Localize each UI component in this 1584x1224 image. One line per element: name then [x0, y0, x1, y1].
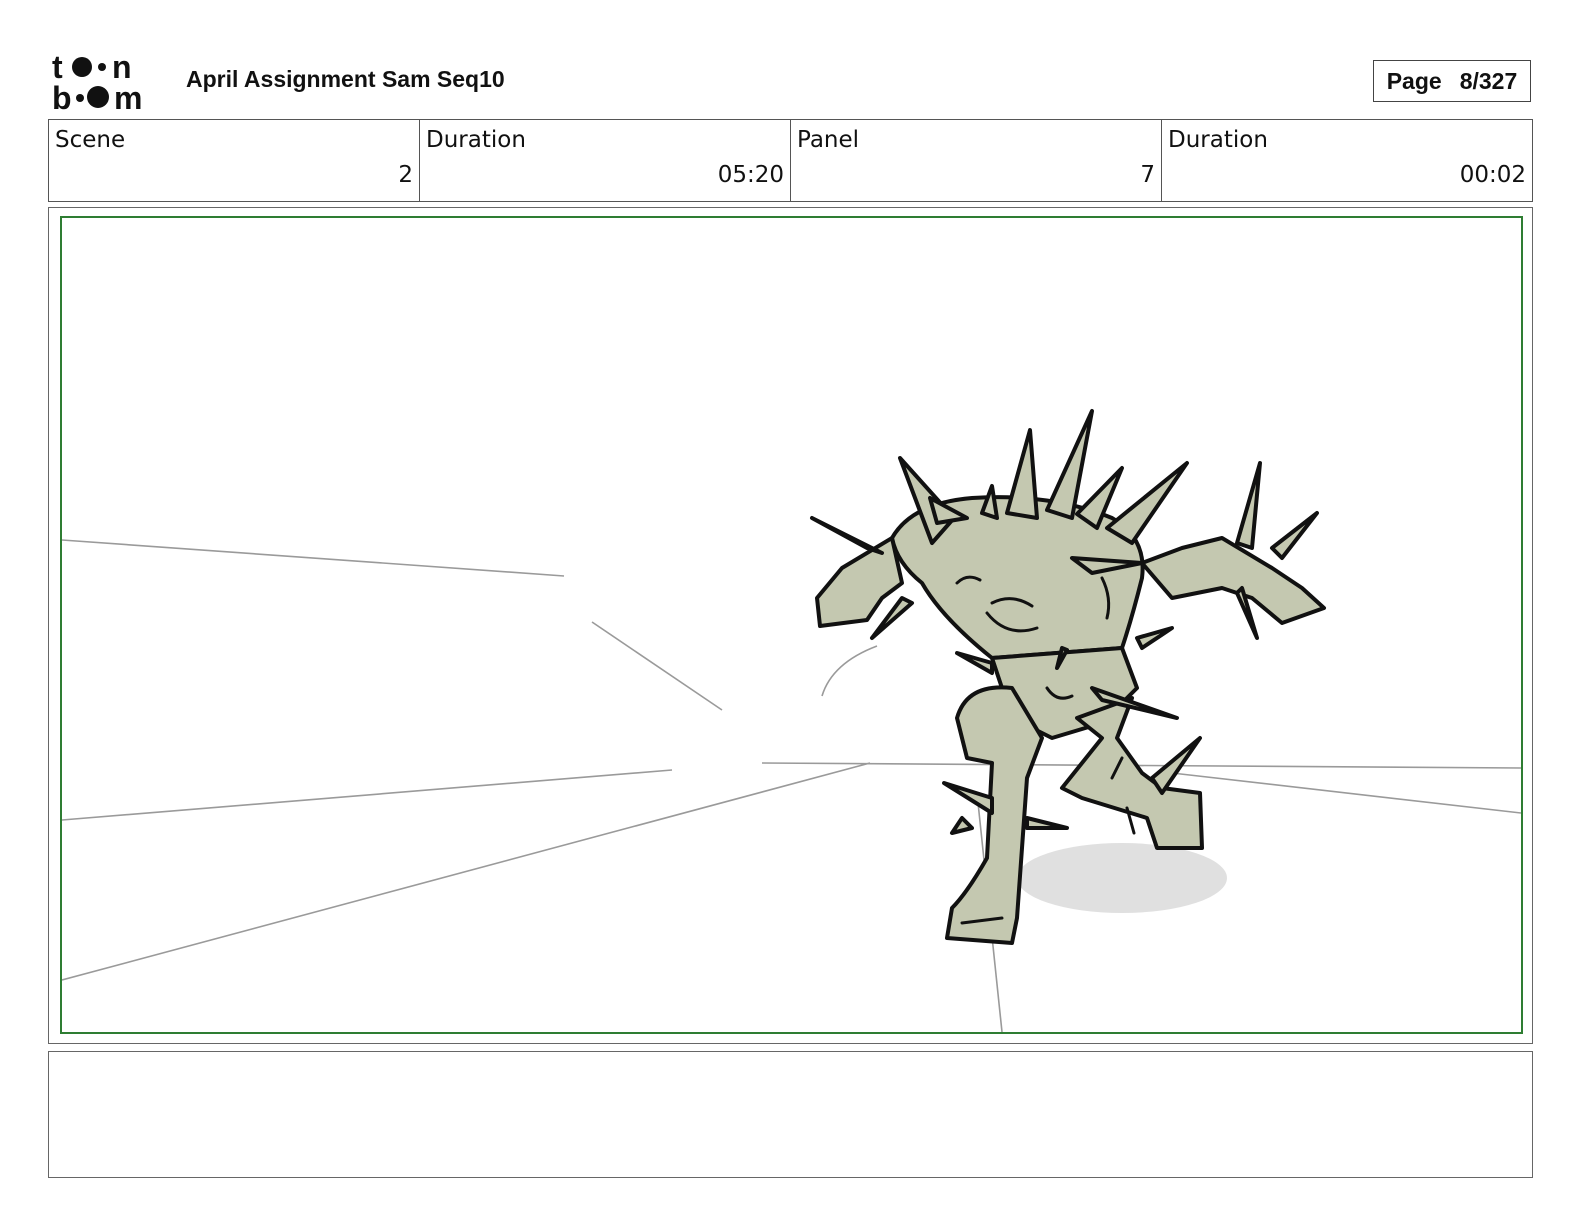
scene-label: Scene	[55, 127, 126, 153]
panel-value: 7	[1140, 162, 1155, 188]
toon-boom-logo: t n b m	[52, 52, 142, 112]
storyboard-panel	[48, 207, 1533, 1044]
panel-notes-area	[48, 1051, 1533, 1178]
page-indicator: Page 8/327	[1373, 60, 1531, 102]
safe-area-frame	[60, 216, 1523, 1034]
scene-duration-cell: Duration 05:20	[420, 120, 791, 201]
panel-duration-cell: Duration 00:02	[1162, 120, 1532, 201]
panel-sketch	[62, 409, 1521, 1032]
page-label: Page	[1386, 67, 1442, 94]
scene-cell: Scene 2	[49, 120, 420, 201]
scene-duration-label: Duration	[426, 127, 526, 153]
panel-cell: Panel 7	[791, 120, 1162, 201]
scene-value: 2	[398, 162, 413, 188]
document-title: April Assignment Sam Seq10	[186, 66, 505, 92]
page-number: 8/327	[1459, 67, 1518, 94]
scene-info-table: Scene 2 Duration 05:20 Panel 7 Duration …	[48, 119, 1533, 202]
scene-duration-value: 05:20	[717, 162, 784, 188]
panel-duration-value: 00:02	[1459, 162, 1526, 188]
svg-text:b: b	[52, 80, 72, 112]
panel-duration-label: Duration	[1168, 127, 1268, 153]
svg-text:m: m	[114, 80, 142, 112]
panel-label: Panel	[797, 127, 860, 153]
